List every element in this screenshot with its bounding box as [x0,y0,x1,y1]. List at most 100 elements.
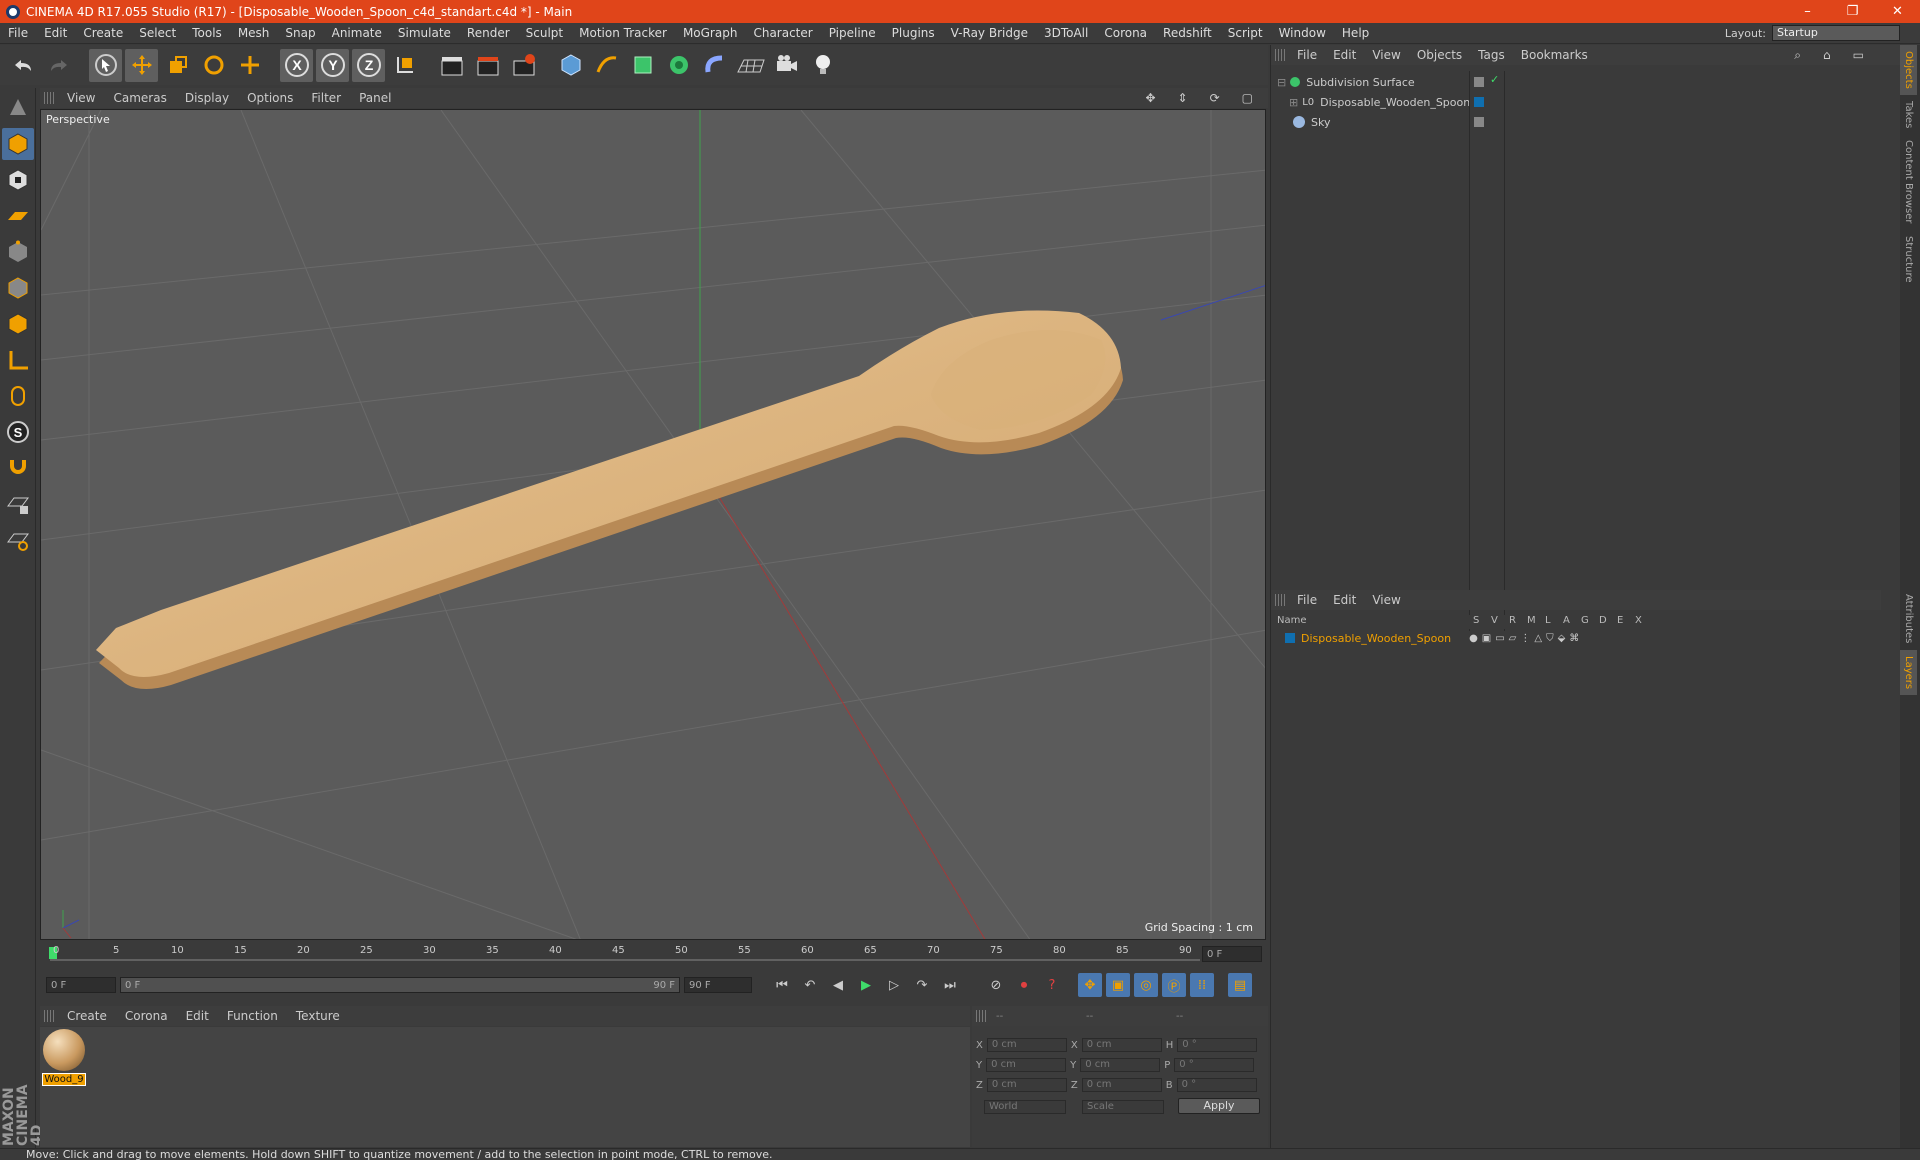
viewport-menu-view[interactable]: View [58,91,104,105]
start-frame-field[interactable]: 0 F [46,977,116,993]
rot-p-field[interactable]: 0 ° [1174,1058,1255,1072]
menu-redshift[interactable]: Redshift [1155,26,1220,40]
deformer-button[interactable] [698,49,731,82]
edit-toggle-icon[interactable] [1474,117,1484,127]
menu-simulate[interactable]: Simulate [390,26,459,40]
pen-spline-button[interactable] [590,49,623,82]
object-menu-view[interactable]: View [1364,48,1408,62]
floor-button[interactable] [734,49,767,82]
previous-frame-button[interactable]: ◀ [826,973,850,997]
menu-file[interactable]: File [0,26,36,40]
layout-select[interactable]: Startup [1772,25,1900,41]
object-menu-file[interactable]: File [1289,48,1325,62]
render-settings-button[interactable] [507,49,540,82]
viewport-menu-panel[interactable]: Panel [350,91,400,105]
tab-takes[interactable]: Takes [1900,95,1917,134]
viewport-menu-cameras[interactable]: Cameras [104,91,175,105]
current-frame-field[interactable]: 0 F [1202,946,1262,962]
panel-grip-icon[interactable] [44,1010,54,1022]
rotate-tool-button[interactable] [197,49,230,82]
scale-tool-button[interactable] [161,49,194,82]
panel-grip-icon[interactable] [1275,49,1285,61]
axis-mode-button[interactable] [2,344,34,376]
scale-mode-select[interactable]: Scale [1082,1100,1164,1114]
menu-create[interactable]: Create [75,26,131,40]
rot-b-field[interactable]: 0 ° [1176,1078,1257,1092]
pos-y-field[interactable]: 0 cm [986,1058,1067,1072]
material-menu-edit[interactable]: Edit [177,1009,218,1023]
expand-toggle-icon[interactable]: ⊞ [1289,96,1298,109]
panel-grip-icon[interactable] [1275,594,1285,606]
locked-workplane-button[interactable] [2,488,34,520]
material-menu-texture[interactable]: Texture [287,1009,349,1023]
perspective-viewport[interactable]: Perspective Grid Spacing : 1 cm [40,109,1266,940]
z-axis-button[interactable]: Z [352,48,385,82]
tab-objects[interactable]: Objects [1900,45,1917,95]
undo-button[interactable] [6,49,39,82]
timeline-ruler[interactable]: 0 5 10 15 20 25 30 35 40 45 50 55 60 65 … [40,943,1268,967]
menu-motion-tracker[interactable]: Motion Tracker [571,26,675,40]
object-menu-tags[interactable]: Tags [1470,48,1513,62]
layer-flag-icons[interactable]: ●▣▭▱⋮△⛉⬙⌘ [1469,633,1583,644]
tab-attributes[interactable]: Attributes [1900,588,1917,649]
select-tool-button[interactable] [89,48,122,82]
snapping-button[interactable]: S [2,416,34,448]
pan-view-icon[interactable]: ✥ [1136,91,1164,105]
object-menu-bookmarks[interactable]: Bookmarks [1513,48,1596,62]
next-frame-button[interactable]: ▷ [882,973,906,997]
menu-plugins[interactable]: Plugins [884,26,943,40]
collapse-icon[interactable]: ▭ [1845,48,1872,63]
planar-workplane-button[interactable] [2,524,34,556]
size-z-field[interactable]: 0 cm [1081,1078,1162,1092]
coordinate-space-select[interactable]: World [984,1100,1066,1114]
menu-tools[interactable]: Tools [184,26,230,40]
layer-menu-edit[interactable]: Edit [1325,593,1364,607]
keyframe-selection-button[interactable]: ⊘ [984,973,1008,997]
next-key-button[interactable]: ↷ [910,973,934,997]
menu-mesh[interactable]: Mesh [230,26,278,40]
restore-button[interactable]: ❐ [1830,0,1875,23]
key-scale-button[interactable]: ▣ [1106,973,1130,997]
maximize-view-icon[interactable]: ▢ [1233,91,1262,105]
coordinate-system-button[interactable] [388,49,421,82]
home-icon[interactable]: ⌂ [1815,48,1839,63]
menu-character[interactable]: Character [745,26,820,40]
autokey-button[interactable]: ? [1040,973,1064,997]
light-button[interactable] [806,49,839,82]
go-to-start-button[interactable]: ⏮ [770,973,794,997]
layer-color-swatch[interactable] [1285,633,1295,643]
tab-layers[interactable]: Layers [1900,649,1917,695]
key-parameter-button[interactable]: Ⓟ [1162,973,1186,997]
x-axis-button[interactable]: X [280,48,313,82]
search-icon[interactable]: ⌕ [1786,48,1809,63]
menu-pipeline[interactable]: Pipeline [821,26,884,40]
orbit-view-icon[interactable]: ⟳ [1201,91,1229,105]
cube-button[interactable] [554,49,587,82]
move-tool-button[interactable] [125,48,158,82]
edges-mode-button[interactable] [2,272,34,304]
timeline-window-button[interactable]: ▤ [1228,973,1252,997]
menu-help[interactable]: Help [1334,26,1377,40]
menu-sculpt[interactable]: Sculpt [518,26,571,40]
y-axis-button[interactable]: Y [316,48,349,82]
menu-animate[interactable]: Animate [324,26,390,40]
object-menu-edit[interactable]: Edit [1325,48,1364,62]
viewport-menu-options[interactable]: Options [238,91,302,105]
workplane-mode-button[interactable] [2,200,34,232]
dolly-view-icon[interactable]: ⇕ [1169,91,1197,105]
edit-toggle-icon[interactable] [1474,77,1484,87]
close-button[interactable]: ✕ [1875,0,1920,23]
record-button[interactable]: ⏺ [1012,973,1036,997]
rot-h-field[interactable]: 0 ° [1177,1038,1258,1052]
object-row-spoon[interactable]: ⊞ L0 Disposable_Wooden_Spoon [1289,93,1470,111]
points-mode-button[interactable] [2,236,34,268]
menu-mograph[interactable]: MoGraph [675,26,746,40]
render-picture-viewer-button[interactable] [471,49,504,82]
enabled-check-icon[interactable]: ✓ [1490,73,1499,86]
panel-grip-icon[interactable] [976,1010,986,1022]
texture-mode-button[interactable] [2,164,34,196]
key-pla-button[interactable]: ⁞⁞ [1190,973,1214,997]
material-swatch[interactable]: Wood_9 [42,1029,86,1086]
layer-menu-file[interactable]: File [1289,593,1325,607]
pos-x-field[interactable]: 0 cm [986,1038,1067,1052]
